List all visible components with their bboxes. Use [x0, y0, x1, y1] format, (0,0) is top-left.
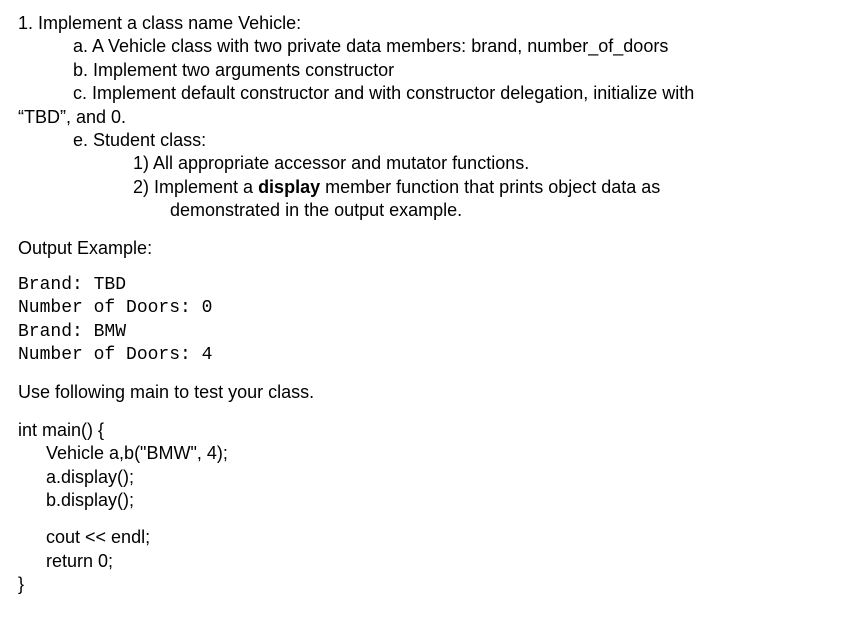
- code-line: int main() {: [18, 419, 830, 442]
- q1-item-e1: 1) All appropriate accessor and mutator …: [18, 152, 830, 175]
- main-code-block: int main() { Vehicle a,b("BMW", 4); a.di…: [18, 419, 830, 597]
- output-line: Number of Doors: 4: [18, 344, 830, 367]
- q1-title: 1. Implement a class name Vehicle:: [18, 12, 830, 35]
- code-line: return 0;: [18, 550, 830, 573]
- code-line: }: [18, 573, 830, 596]
- e2-pre: 2) Implement a: [133, 177, 258, 197]
- q1-item-e: e. Student class:: [18, 129, 830, 152]
- e2-bold: display: [258, 177, 320, 197]
- q1-item-c: c. Implement default constructor and wit…: [18, 82, 830, 105]
- code-line: Vehicle a,b("BMW", 4);: [18, 442, 830, 465]
- code-line: a.display();: [18, 466, 830, 489]
- output-line: Brand: TBD: [18, 274, 830, 297]
- output-line: Number of Doors: 0: [18, 297, 830, 320]
- use-main-text: Use following main to test your class.: [18, 381, 830, 404]
- code-line: cout << endl;: [18, 526, 830, 549]
- q1-item-b: b. Implement two arguments constructor: [18, 59, 830, 82]
- q1-item-e2-line2: demonstrated in the output example.: [18, 199, 830, 222]
- code-line: b.display();: [18, 489, 830, 512]
- q1-item-a: a. A Vehicle class with two private data…: [18, 35, 830, 58]
- question-1: 1. Implement a class name Vehicle: a. A …: [18, 12, 830, 223]
- e2-post: member function that prints object data …: [320, 177, 660, 197]
- q1-item-e2-line1: 2) Implement a display member function t…: [18, 176, 830, 199]
- output-example-label: Output Example:: [18, 237, 830, 260]
- output-line: Brand: BMW: [18, 321, 830, 344]
- output-example-block: Brand: TBD Number of Doors: 0 Brand: BMW…: [18, 274, 830, 368]
- q1-item-c-tail: “TBD”, and 0.: [18, 106, 830, 129]
